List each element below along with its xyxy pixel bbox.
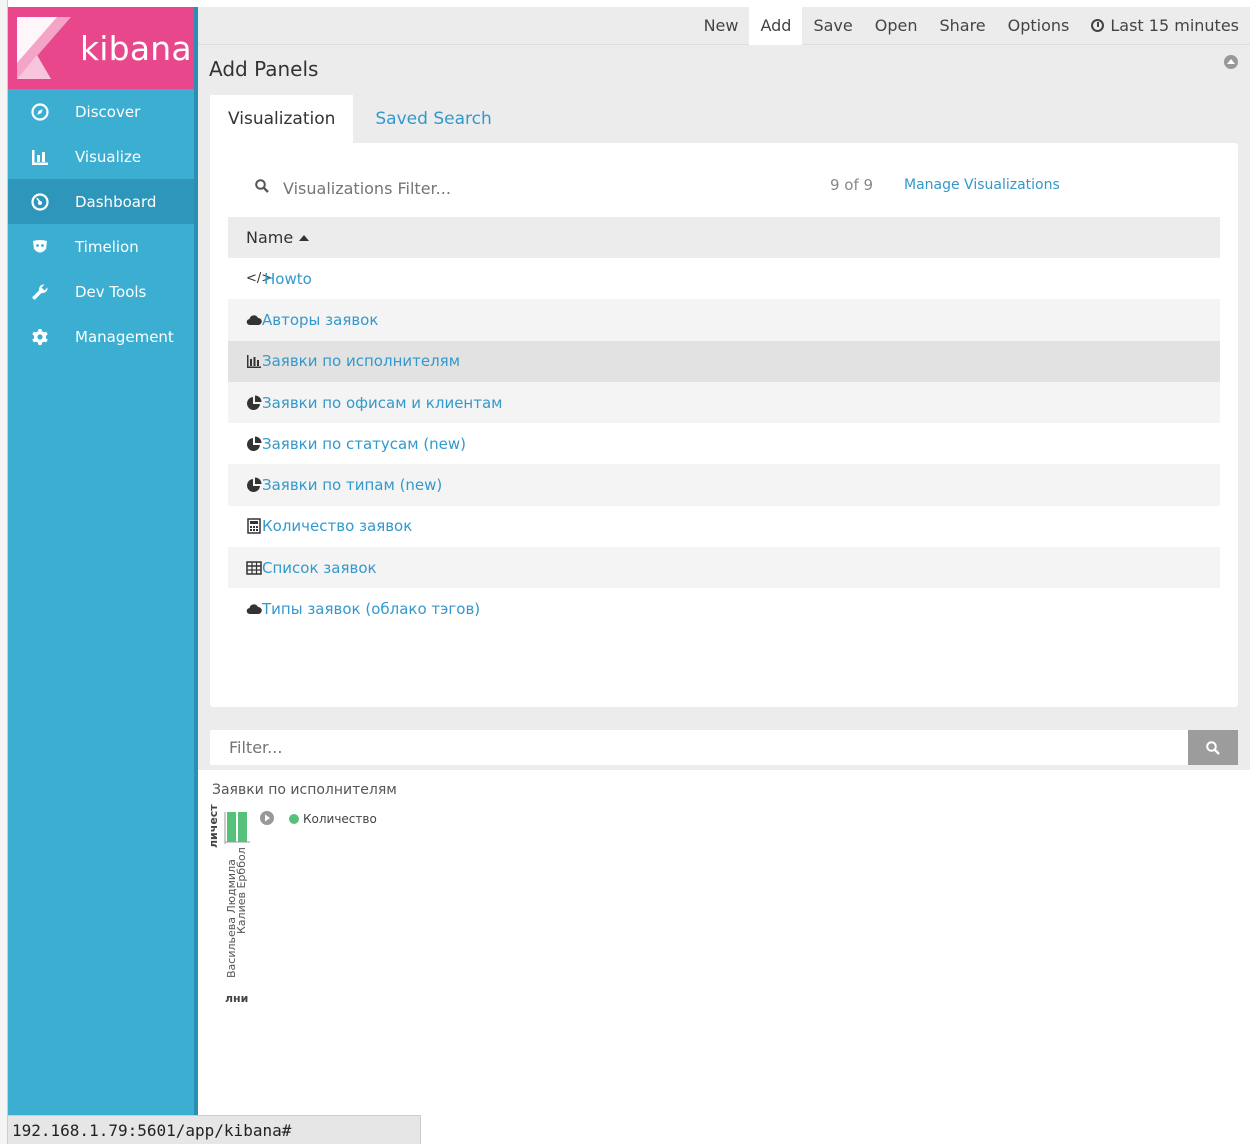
window-frame-left [0, 0, 8, 1144]
list-item-label: Список заявок [262, 558, 377, 577]
list-item-label: Заявки по исполнителям [262, 352, 461, 371]
sidebar-item-discover[interactable]: Discover [8, 89, 198, 134]
code-icon: </> [246, 271, 273, 287]
visualization-list-panel: 9 of 9 Manage Visualizations Name </> Ho… [210, 143, 1238, 707]
sidebar-item-visualize[interactable]: Visualize [8, 134, 198, 179]
menu-share-button[interactable]: Share [928, 7, 996, 45]
search-icon [1206, 740, 1220, 755]
cloud-icon [228, 312, 262, 328]
add-panels-tabs: Visualization Saved Search [210, 95, 510, 145]
table-icon [228, 560, 262, 576]
add-panels-section: Add Panels Visualization Saved Search 9 … [198, 45, 1250, 725]
result-count: 9 of 9 [830, 176, 874, 194]
time-picker-button[interactable]: Last 15 minutes [1080, 7, 1250, 45]
pie-chart-icon [228, 436, 262, 452]
kibana-logo-icon [17, 17, 71, 79]
manage-visualizations-link[interactable]: Manage Visualizations [904, 177, 1060, 193]
x-axis-label: лни [225, 992, 248, 1005]
tab-visualization[interactable]: Visualization [210, 95, 354, 145]
menu-new-button[interactable]: New [693, 7, 750, 45]
sidebar-item-label: Dashboard [75, 192, 157, 211]
sidebar-item-label: Management [75, 327, 174, 346]
list-item[interactable]: Заявки по исполнителям [228, 340, 1220, 382]
list-item[interactable]: Типы заявок (облако тэгов) [228, 588, 1220, 629]
list-item[interactable]: Авторы заявок [228, 299, 1220, 341]
top-menu-bar: New Add Save Open Share Options Last 15 … [198, 7, 1250, 45]
bar [238, 812, 247, 842]
compass-icon [8, 102, 75, 121]
timelion-mask-icon [8, 238, 75, 256]
legend-toggle[interactable] [260, 811, 274, 825]
sort-asc-icon [299, 235, 310, 241]
list-item[interactable]: Список заявок [228, 547, 1220, 589]
wrench-icon [8, 283, 75, 301]
list-item[interactable]: Заявки по типам (new) [228, 464, 1220, 506]
visualization-title: Заявки по исполнителям [212, 782, 397, 798]
sidebar-item-label: Visualize [75, 147, 142, 166]
list-item[interactable]: </> Howto [228, 258, 1220, 299]
pie-chart-icon [228, 477, 262, 493]
column-header-label: Name [246, 228, 294, 247]
list-item-label: Количество заявок [262, 517, 413, 536]
gear-icon [8, 328, 75, 346]
add-panels-title: Add Panels [209, 57, 319, 81]
pie-chart-icon [228, 395, 262, 411]
dashboard-gauge-icon [8, 192, 75, 211]
sidebar-item-label: Dev Tools [75, 282, 147, 301]
name-column-header[interactable]: Name [228, 217, 1220, 258]
clock-icon [1091, 19, 1105, 32]
search-button[interactable] [1188, 730, 1238, 765]
time-picker-label: Last 15 minutes [1110, 16, 1239, 35]
kibana-logo-text: kibana [80, 29, 192, 68]
sidebar-item-management[interactable]: Management [8, 314, 198, 359]
sidebar-item-timelion[interactable]: Timelion [8, 224, 198, 269]
list-item-label: Заявки по статусам (new) [262, 434, 467, 453]
visualizations-filter-input[interactable] [283, 177, 783, 199]
list-item-label: Авторы заявок [262, 310, 379, 329]
search-icon [255, 179, 269, 193]
collapse-icon[interactable] [1224, 55, 1238, 69]
list-item[interactable]: Заявки по статусам (new) [228, 423, 1220, 464]
list-item-label: Типы заявок (облако тэгов) [262, 600, 481, 619]
y-axis-label: личест [207, 804, 220, 848]
menu-options-button[interactable]: Options [997, 7, 1081, 45]
filter-input[interactable] [210, 730, 1188, 765]
list-item-label: Howto [264, 269, 312, 288]
kibana-logo[interactable]: kibana [8, 7, 198, 89]
bar-chart-icon [228, 353, 262, 369]
legend-dot[interactable] [289, 814, 299, 824]
query-filter-bar [198, 725, 1250, 770]
bar-chart: личест Васильева Людмила Калиев Ерббол л… [207, 804, 377, 1005]
x-tick-label: Калиев Ерббол [235, 847, 248, 934]
list-item-label: Заявки по офисам и клиентам [262, 393, 503, 412]
tab-saved-search[interactable]: Saved Search [353, 95, 509, 145]
legend-label[interactable]: Количество [303, 812, 377, 826]
list-item[interactable]: Количество заявок [228, 506, 1220, 547]
list-item[interactable]: Заявки по офисам и клиентам [228, 381, 1220, 424]
cloud-icon [228, 601, 262, 617]
sidebar-item-label: Timelion [75, 237, 139, 256]
menu-add-button[interactable]: Add [749, 7, 803, 45]
sidebar-item-label: Discover [75, 102, 141, 121]
menu-save-button[interactable]: Save [802, 7, 863, 45]
bar [227, 812, 236, 842]
sidebar: kibana Discover Visualize Dashboard Time… [8, 7, 198, 1144]
menu-open-button[interactable]: Open [864, 7, 929, 45]
sidebar-item-dev-tools[interactable]: Dev Tools [8, 269, 198, 314]
list-item-label: Заявки по типам (new) [262, 476, 443, 495]
bar-chart-icon [8, 148, 75, 166]
browser-status-url: 192.168.1.79:5601/app/kibana# [8, 1115, 421, 1144]
calculator-icon [228, 518, 262, 535]
sidebar-item-dashboard[interactable]: Dashboard [8, 179, 198, 224]
